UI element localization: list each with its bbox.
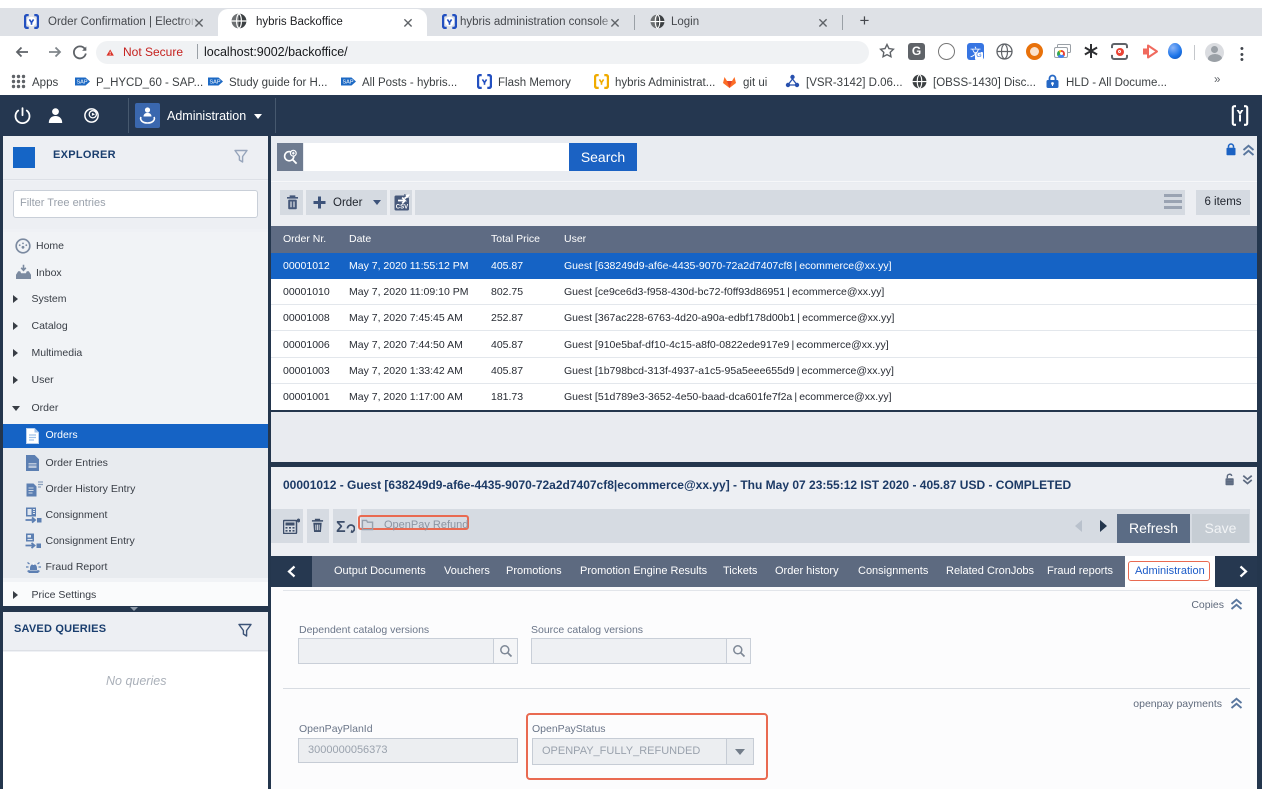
svg-text:SAP: SAP xyxy=(343,80,354,86)
svg-text:Σ: Σ xyxy=(336,519,346,535)
svg-text:SAP: SAP xyxy=(210,80,221,86)
svg-text:CSV: CSV xyxy=(396,205,408,211)
svg-text:SAP: SAP xyxy=(77,80,88,86)
